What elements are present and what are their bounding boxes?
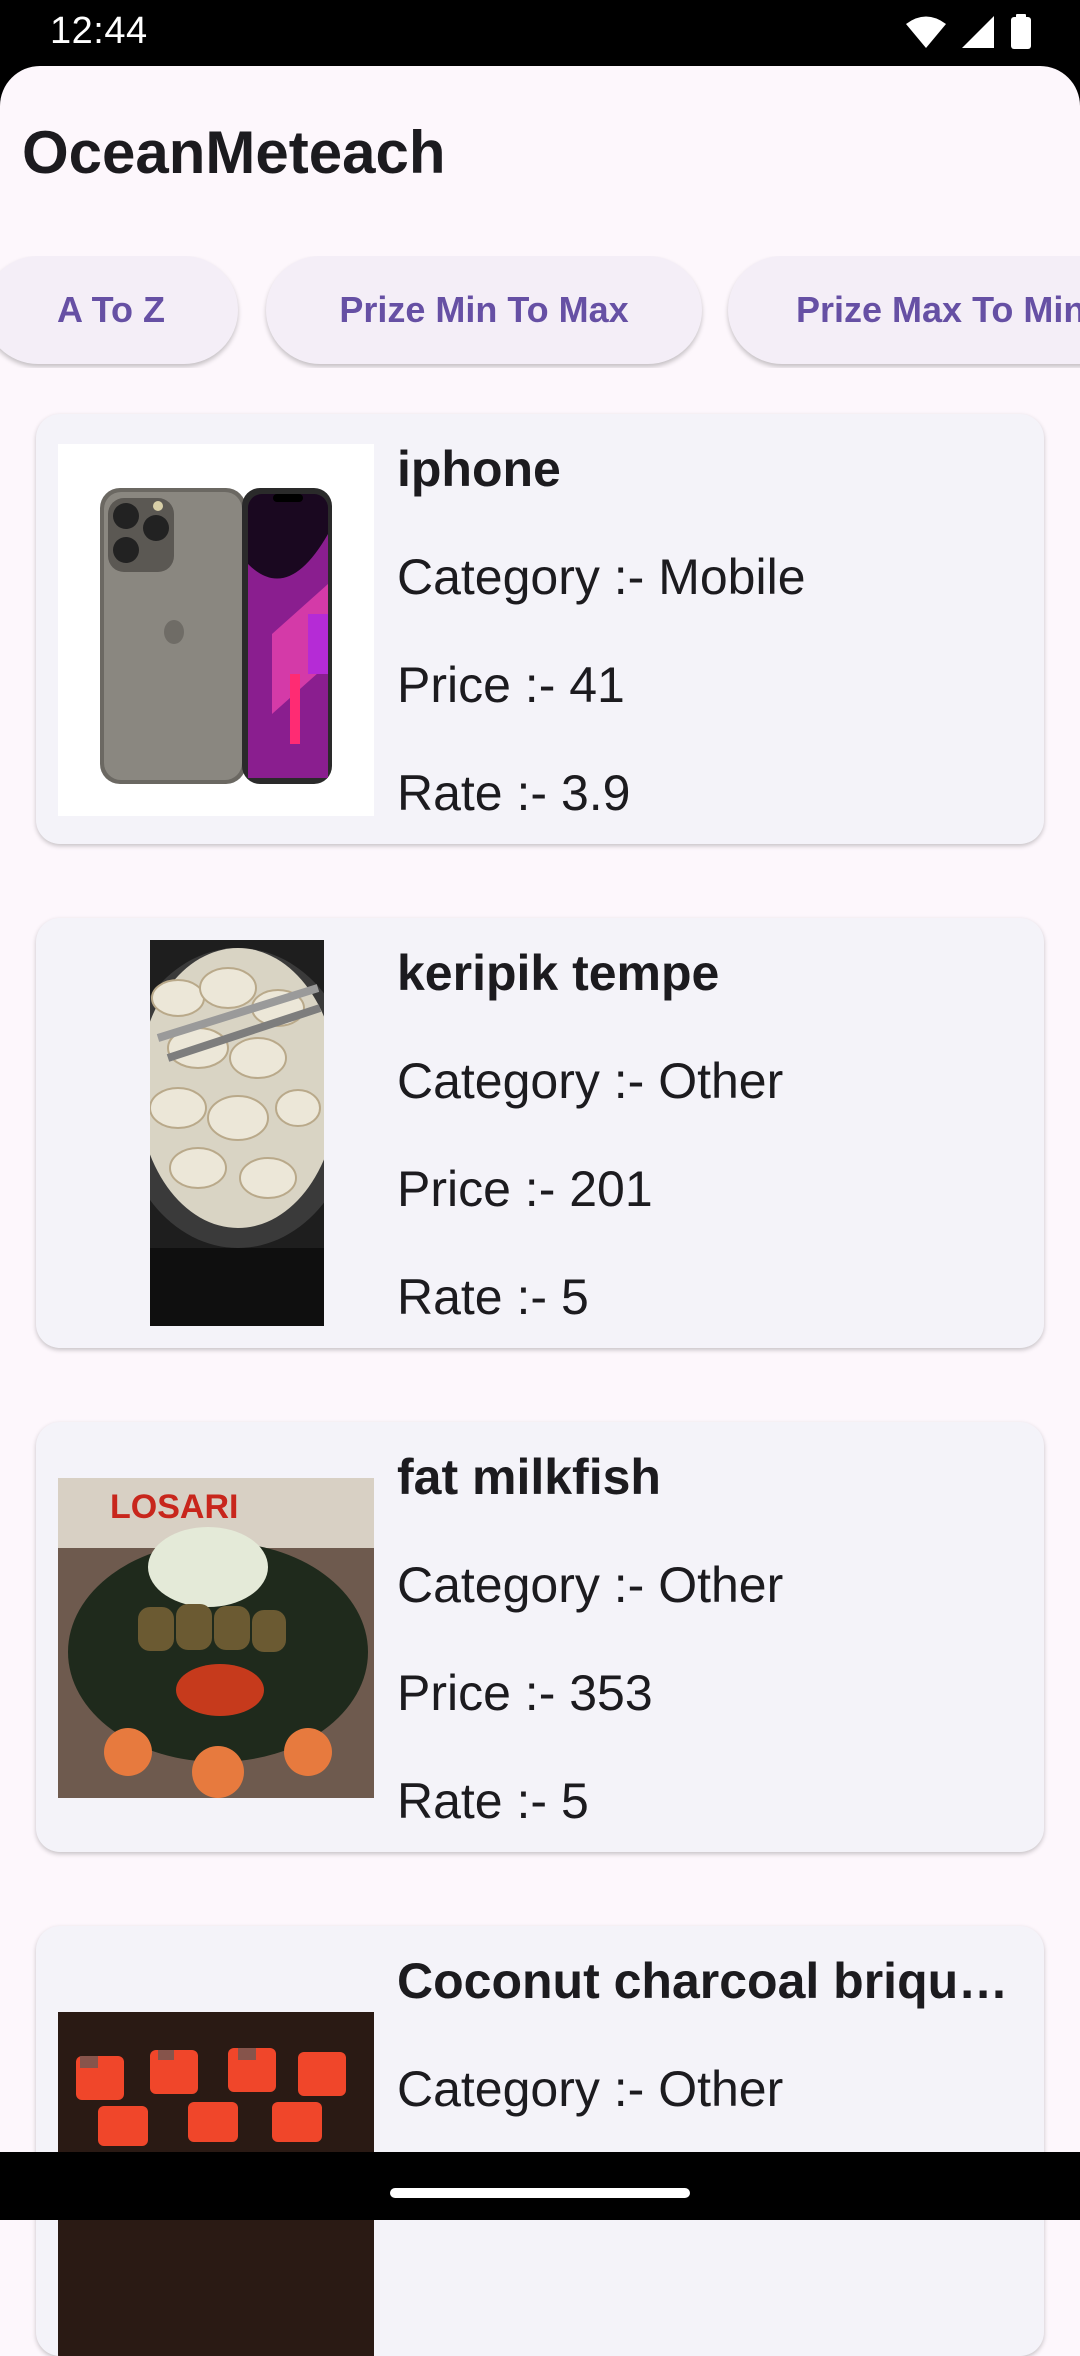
product-category: Category :- Mobile bbox=[397, 549, 806, 605]
status-icons bbox=[906, 14, 1032, 50]
product-price: Price :- 41 bbox=[397, 657, 625, 713]
product-name: Coconut charcoal briquettes bbox=[397, 1953, 1017, 2009]
sort-price-max-to-min-chip[interactable]: Prize Max To Min bbox=[728, 256, 1080, 364]
product-rate: Rate :- 5 bbox=[397, 1773, 589, 1829]
product-category: Category :- Other bbox=[397, 1053, 784, 1109]
product-image bbox=[58, 414, 374, 844]
product-rate: Rate :- 3.9 bbox=[397, 765, 631, 821]
product-card[interactable]: iphone Category :- Mobile Price :- 41 Ra… bbox=[36, 414, 1044, 844]
product-name: keripik tempe bbox=[397, 945, 720, 1001]
product-name: iphone bbox=[397, 441, 561, 497]
home-gesture-handle[interactable] bbox=[390, 2188, 690, 2198]
app-title: OceanMeteach bbox=[22, 119, 446, 186]
product-price: Price :- 201 bbox=[397, 1161, 653, 1217]
status-bar: 12:44 bbox=[0, 0, 1080, 146]
product-image bbox=[58, 918, 374, 1348]
product-rate: Rate :- 5 bbox=[397, 1269, 589, 1325]
sort-a-to-z-chip[interactable]: A To Z bbox=[0, 256, 238, 364]
product-category: Category :- Other bbox=[397, 2061, 784, 2117]
navigation-bar bbox=[0, 2152, 1080, 2220]
cellular-signal-icon bbox=[962, 16, 994, 48]
battery-icon bbox=[1011, 14, 1031, 49]
packaging-text: LOSARI bbox=[110, 1488, 238, 1526]
product-name: fat milkfish bbox=[397, 1449, 661, 1505]
wifi-icon bbox=[906, 16, 946, 48]
product-card[interactable]: Coconut charcoal briquettes Category :- … bbox=[36, 1926, 1044, 2356]
product-card[interactable]: LOSARI fat milkfish Category :- Other Pr… bbox=[36, 1422, 1044, 1852]
product-image bbox=[58, 1926, 374, 2356]
status-time: 12:44 bbox=[50, 10, 148, 52]
product-image: LOSARI bbox=[58, 1422, 374, 1852]
product-card[interactable]: keripik tempe Category :- Other Price :-… bbox=[36, 918, 1044, 1348]
sort-chip-row[interactable]: A To Z Prize Min To Max Prize Max To Min bbox=[0, 256, 1080, 368]
product-category: Category :- Other bbox=[397, 1557, 784, 1613]
product-price: Price :- 353 bbox=[397, 1665, 653, 1721]
sort-price-min-to-max-chip[interactable]: Prize Min To Max bbox=[266, 256, 702, 364]
